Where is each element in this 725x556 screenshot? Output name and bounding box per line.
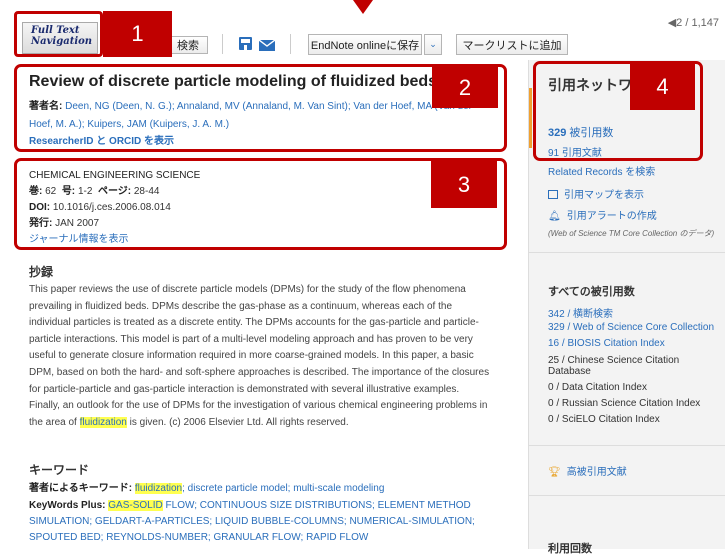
times-cited-scielo: 0 / SciELO Citation Index (548, 414, 660, 425)
print-icon[interactable] (238, 36, 253, 56)
callout-number-4: 4 (630, 64, 695, 110)
endnote-dropdown[interactable]: ⌄ (424, 34, 442, 55)
sidebar-accent (529, 88, 532, 148)
callout-number-3: 3 (431, 161, 497, 208)
callout-number-2: 2 (432, 67, 498, 108)
callout-arrow (353, 0, 373, 14)
chevron-down-icon: ⌄ (429, 39, 437, 49)
times-cited-data-citation: 0 / Data Citation Index (548, 382, 647, 393)
callout-box-1 (14, 11, 103, 57)
toolbar-divider (222, 34, 223, 54)
search-label: 検索 (177, 40, 199, 52)
highly-cited-label: 高被引用文献 (566, 467, 627, 478)
trophy-icon: 🏆︎ (548, 467, 561, 478)
keywords-plus-row: KeyWords Plus: GAS-SOLID FLOW; CONTINUOU… (29, 498, 471, 514)
all-times-cited-heading: すべての被引用数 (548, 286, 635, 298)
abstract-text: This paper reviews the use of discrete p… (29, 282, 491, 431)
keywords-plus-list-2[interactable]: SIMULATION; GELDART-A-PARTICLES; LIQUID … (29, 514, 475, 530)
citation-map-icon (548, 190, 558, 199)
keywords-plus-highlight[interactable]: GAS-SOLID (108, 500, 163, 511)
related-records-link[interactable]: Related Records を検索 (548, 163, 655, 178)
sidebar-divider (528, 495, 725, 496)
search-button[interactable]: 検索 (168, 36, 208, 54)
times-cited-chinese-sci-cont: Database (548, 366, 591, 377)
wos-data-note: (Web of Science TM Core Collection のデータ) (548, 229, 715, 238)
citation-map-label: 引用マップを表示 (564, 190, 644, 201)
citation-map-link[interactable]: 引用マップを表示 (548, 186, 644, 201)
author-keywords-label: 著者によるキーワード: (29, 483, 133, 494)
citation-alert-label: 引用アラートの作成 (566, 211, 657, 222)
keywords-plus-list-1[interactable]: FLOW; CONTINUOUS SIZE DISTRIBUTIONS; ELE… (163, 500, 471, 511)
abstract-body-end: is given. (c) 2006 Elsevier Ltd. All rig… (126, 416, 349, 428)
toolbar-divider (290, 34, 291, 54)
times-cited-all-databases[interactable]: 342 / 横断検索 (548, 305, 613, 320)
endnote-save-button[interactable]: EndNote onlineに保存 (308, 34, 422, 55)
author-keywords-list[interactable]: ; discrete particle model; multi-scale m… (182, 483, 384, 494)
email-icon[interactable] (258, 38, 276, 56)
times-cited-wos-core[interactable]: 329 / Web of Science Core Collection (548, 322, 714, 333)
keywords-plus-label: KeyWords Plus: (29, 500, 106, 511)
author-keywords-row: 著者によるキーワード: fluidization; discrete parti… (29, 481, 384, 497)
times-cited-chinese-sci: 25 / Chinese Science Citation (548, 355, 680, 366)
callout-number-1: 1 (103, 11, 172, 57)
bell-icon: 🔔︎ (548, 211, 561, 222)
record-pager[interactable]: ◀2 / 1,147 (668, 16, 719, 29)
times-cited-biosis[interactable]: 16 / BIOSIS Citation Index (548, 338, 665, 349)
highly-cited-link[interactable]: 🏆︎ 高被引用文献 (548, 463, 627, 478)
times-cited-russian: 0 / Russian Science Citation Index (548, 398, 701, 409)
add-to-marked-list-button[interactable]: マークリストに追加 (456, 34, 568, 55)
abstract-body: This paper reviews the use of discrete p… (29, 284, 490, 428)
keywords-heading: キーワード (29, 463, 90, 477)
abstract-heading: 抄録 (29, 265, 54, 279)
usage-count-heading: 利用回数 (548, 543, 592, 555)
citation-alert-link[interactable]: 🔔︎ 引用アラートの作成 (548, 207, 657, 222)
marklist-label: マークリストに追加 (462, 39, 562, 52)
sidebar-divider (528, 445, 725, 446)
abstract-highlight: fluidization (79, 416, 127, 428)
sidebar-divider (528, 252, 725, 253)
endnote-label: EndNote onlineに保存 (310, 39, 420, 52)
keywords-plus-list-3[interactable]: SPOUTED BED; REYNOLDS-NUMBER; GRANULAR F… (29, 530, 368, 546)
author-keyword-highlight[interactable]: fluidization (134, 483, 183, 494)
